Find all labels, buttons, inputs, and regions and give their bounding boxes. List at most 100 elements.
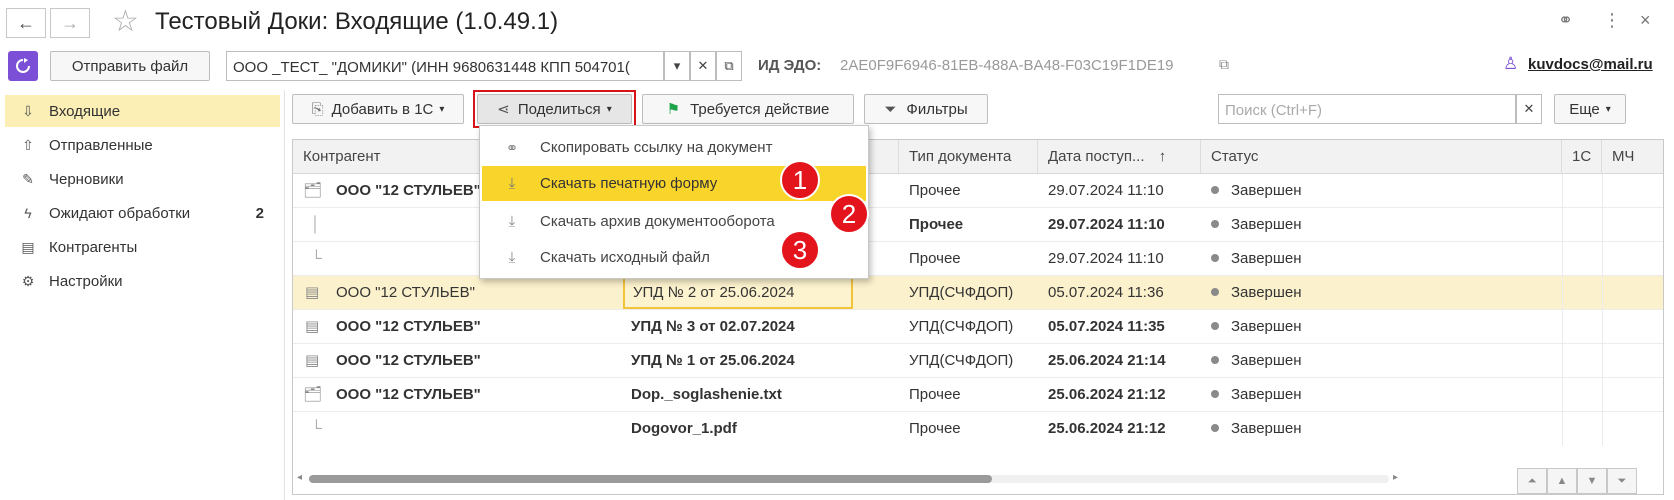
horizontal-scrollbar[interactable] <box>309 475 1389 483</box>
first-page-icon: ⏶ <box>1527 474 1537 487</box>
contractor-cell: ООО "12 СТУЛЬЕВ" <box>336 284 475 301</box>
sidebar-item-label: Входящие <box>49 102 121 120</box>
sidebar-item-pending[interactable]: ϟ Ожидают обработки 2 <box>5 197 280 229</box>
scroll-top-button[interactable]: ⏶ <box>1517 468 1547 494</box>
sidebar-item-label: Черновики <box>49 170 124 188</box>
more-label: Еще <box>1569 100 1600 118</box>
status-cell: Завершен <box>1211 344 1302 378</box>
document-cell-focused[interactable]: УПД № 2 от 25.06.2024 <box>623 277 853 309</box>
open-copy-icon: ⧉ <box>724 58 734 73</box>
column-divider <box>1562 174 1563 446</box>
add-to-1c-label: Добавить в 1С <box>331 100 434 118</box>
package-icon: 🗂 <box>303 386 323 403</box>
column-header-status[interactable]: Статус <box>1201 140 1562 174</box>
search-field[interactable]: Поиск (Ctrl+F) <box>1218 94 1516 124</box>
sidebar-item-sent[interactable]: ⇧ Отправленные <box>5 129 280 161</box>
scroll-right-icon[interactable]: ▸ <box>1393 472 1398 483</box>
copy-icon[interactable]: ⧉ <box>1219 56 1229 73</box>
date-cell: 29.07.2024 11:10 <box>1048 250 1164 267</box>
action-required-label: Требуется действие <box>690 100 830 118</box>
add-to-1c-button[interactable]: ⎘ Добавить в 1С ▾ <box>292 94 464 124</box>
scroll-down-button[interactable]: ▼ <box>1577 468 1607 494</box>
table-row[interactable]: 🗂 ООО "12 СТУЛЬЕВ" Dop._soglashenie.txt … <box>293 378 1663 412</box>
status-dot-icon <box>1211 356 1219 365</box>
step-badge-1: 1 <box>780 160 820 200</box>
edo-label: ИД ЭДО: <box>758 57 822 74</box>
download-icon: ⤓ <box>508 249 516 266</box>
doc-type-cell: Прочее <box>909 386 961 403</box>
date-cell: 25.06.2024 21:12 <box>1048 420 1166 437</box>
status-cell: Завершен <box>1211 174 1302 208</box>
pencil-icon: ✎ <box>22 170 34 187</box>
table-row[interactable]: └ Dogovor_1.pdf Прочее 25.06.2024 21:12 … <box>293 412 1663 446</box>
doc-type-cell: УПД(СЧФДОП) <box>909 352 1014 369</box>
send-file-button[interactable]: Отправить файл <box>50 51 210 81</box>
user-icon: ♙ <box>1503 54 1519 73</box>
organization-select[interactable]: ООО _ТЕСТ_ "ДОМИКИ" (ИНН 9680631448 КПП … <box>226 51 664 81</box>
back-button[interactable]: ← <box>6 8 46 38</box>
forward-arrow-icon: → <box>61 12 79 33</box>
favorite-star-icon[interactable]: ☆ <box>112 4 139 39</box>
search-clear-button[interactable]: ✕ <box>1516 94 1542 124</box>
scrollbar-thumb[interactable] <box>309 475 992 483</box>
back-arrow-icon: ← <box>17 12 35 33</box>
column-header-mch[interactable]: МЧ <box>1602 140 1664 174</box>
date-cell: 29.07.2024 11:10 <box>1048 216 1165 233</box>
share-button[interactable]: ⋖ Поделиться ▾ <box>477 94 632 124</box>
more-button[interactable]: Еще ▾ <box>1554 94 1626 124</box>
document-cell: УПД № 3 от 02.07.2024 <box>631 318 795 335</box>
org-clear-button[interactable]: ✕ <box>690 51 716 81</box>
doc-type-cell: Прочее <box>909 250 961 267</box>
sidebar-item-incoming[interactable]: ⇩ Входящие <box>5 95 280 127</box>
menu-item-copy-link[interactable]: ⚭ Скопировать ссылку на документ <box>482 130 866 165</box>
doc-type-cell: Прочее <box>909 420 961 437</box>
link-icon[interactable]: ⚭ <box>1558 10 1573 31</box>
org-open-button[interactable]: ⧉ <box>716 51 742 81</box>
user-email-link[interactable]: kuvdocs@mail.ru <box>1528 56 1653 73</box>
add-doc-icon: ⎘ <box>311 100 324 118</box>
tree-line-icon: │ <box>311 216 321 233</box>
scroll-up-button[interactable]: ▲ <box>1547 468 1577 494</box>
more-vertical-icon[interactable]: ⋮ <box>1603 10 1621 31</box>
filters-label: Фильтры <box>906 100 968 118</box>
scroll-left-icon[interactable]: ◂ <box>297 472 302 483</box>
filters-button[interactable]: ⏷ Фильтры <box>864 94 988 124</box>
forward-button[interactable]: → <box>50 8 90 38</box>
status-dot-icon <box>1211 288 1219 297</box>
page-down-icon: ▼ <box>1586 475 1598 487</box>
tree-corner-icon: └ <box>311 250 322 267</box>
status-dot-icon <box>1211 390 1219 399</box>
sidebar-item-label: Ожидают обработки <box>49 204 191 222</box>
sort-ascending-icon: ↑ <box>1158 148 1167 165</box>
sidebar-item-drafts[interactable]: ✎ Черновики <box>5 163 280 195</box>
menu-item-label: Скопировать ссылку на документ <box>540 139 773 156</box>
share-icon: ⋖ <box>497 101 510 118</box>
search-placeholder: Поиск (Ctrl+F) <box>1225 102 1322 119</box>
window-title: Тестовый Доки: Входящие (1.0.49.1) <box>155 8 559 35</box>
close-icon[interactable]: × <box>1640 10 1651 31</box>
package-icon: 🗂 <box>303 182 323 199</box>
contractor-cell: ООО "12 СТУЛЬЕВ" <box>336 182 481 199</box>
doc-type-cell: УПД(СЧФДОП) <box>909 284 1014 301</box>
action-required-button[interactable]: ⚑ Требуется действие <box>642 94 854 124</box>
table-row[interactable]: ▤ ООО "12 СТУЛЬЕВ" УПД № 3 от 02.07.2024… <box>293 310 1663 344</box>
org-dropdown-button[interactable]: ▾ <box>664 51 690 81</box>
menu-item-label: Скачать архив документооборота <box>540 213 775 230</box>
refresh-app-icon[interactable] <box>8 51 38 81</box>
gear-icon: ⚙ <box>21 272 35 289</box>
column-header-doc-type[interactable]: Тип документа <box>899 140 1038 174</box>
column-header-date[interactable]: Дата поступ... ↑ <box>1038 140 1201 174</box>
sidebar-item-contractors[interactable]: ▤ Контрагенты <box>5 231 280 263</box>
table-row[interactable]: ▤ ООО "12 СТУЛЬЕВ" УПД № 2 от 25.06.2024… <box>293 276 1663 310</box>
sidebar-item-settings[interactable]: ⚙ Настройки <box>5 265 280 297</box>
column-divider <box>1602 174 1603 446</box>
status-dot-icon <box>1211 186 1219 195</box>
chevron-down-icon: ▾ <box>439 103 445 115</box>
column-header-1c[interactable]: 1С <box>1562 140 1602 174</box>
chevron-down-icon: ▾ <box>673 58 681 73</box>
menu-item-label: Скачать исходный файл <box>540 249 710 266</box>
download-icon: ⤓ <box>508 175 516 192</box>
scroll-bottom-button[interactable]: ⏷ <box>1607 468 1637 494</box>
doc-type-cell: Прочее <box>909 216 964 233</box>
table-row[interactable]: ▤ ООО "12 СТУЛЬЕВ" УПД № 1 от 25.06.2024… <box>293 344 1663 378</box>
